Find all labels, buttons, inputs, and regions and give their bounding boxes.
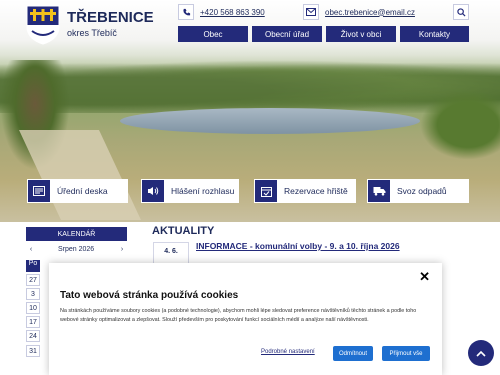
site-subtitle: okres Třebíč [67,28,117,38]
quick-link-rezervace-hriste[interactable]: Rezervace hřiště [254,179,356,203]
nav-zivot-v-obci[interactable]: Život v obci [326,26,396,42]
calendar-month-bar: ‹ Srpen 2026 › [26,243,127,255]
search-icon [456,7,466,17]
calendar-day[interactable]: 31 [26,345,40,357]
search-button[interactable] [453,4,469,20]
hero-bush [420,90,500,160]
news-date-badge: 4. 6. [153,242,189,264]
phone-number[interactable]: +420 568 863 390 [200,8,265,17]
noticeboard-icon [28,180,50,202]
speaker-icon [142,180,164,202]
calendar-dow: Po [28,260,38,267]
calendar-day[interactable]: 10 [26,302,40,314]
calendar-day[interactable]: 17 [26,316,40,328]
phone-contact[interactable]: +420 568 863 390 [178,4,265,20]
hero-pond [120,108,420,134]
quick-link-label: Úřední deska [57,186,108,196]
quick-link-uredni-deska[interactable]: Úřední deska [27,179,128,203]
calendar-day[interactable]: 3 [26,288,40,300]
quick-link-label: Hlášení rozhlasu [171,186,235,196]
calendar-check-icon [255,180,277,202]
calendar-title: KALENDÁŘ [26,227,127,241]
calendar-day[interactable]: 27 [26,274,40,286]
news-section-title: AKTUALITY [152,225,215,237]
cookie-title: Tato webová stránka používá cookies [60,290,239,301]
calendar-month: Srpen 2026 [58,245,95,253]
chevron-left-icon[interactable]: ‹ [26,246,36,253]
hero-path [19,130,141,220]
email-address[interactable]: obec.trebenice@email.cz [325,8,415,17]
site-title[interactable]: TŘEBENICE [67,9,154,26]
cookie-dialog: ✕ Tato webová stránka používá cookies Na… [49,263,442,375]
cookie-reject-button[interactable]: Odmítnout [333,346,373,361]
cookie-accept-button[interactable]: Přijmout vše [382,346,430,361]
close-icon[interactable]: ✕ [419,269,430,285]
cookie-text: Na stránkách používáme soubory cookies (… [60,308,417,323]
chevron-up-icon [476,350,486,357]
calendar-day[interactable]: 24 [26,330,40,342]
chevron-right-icon[interactable]: › [117,246,127,253]
news-item-title[interactable]: INFORMACE - komunální volby - 9. a 10. ř… [196,241,400,251]
truck-icon [368,180,390,202]
phone-icon [178,4,194,20]
quick-link-label: Svoz odpadů [397,186,447,196]
quick-link-svoz-odpadu[interactable]: Svoz odpadů [367,179,469,203]
nav-obecni-urad[interactable]: Obecní úřad [252,26,322,42]
cookie-settings-link[interactable]: Podrobné nastavení [261,349,315,355]
nav-obec[interactable]: Obec [178,26,248,42]
scroll-top-button[interactable] [468,340,494,366]
calendar-dow-row: Po [26,260,40,272]
coat-of-arms-icon[interactable] [26,5,60,45]
quick-link-label: Rezervace hřiště [284,186,348,196]
email-contact[interactable]: obec.trebenice@email.cz [303,4,415,20]
mail-icon [303,4,319,20]
quick-link-hlaseni-rozhlasu[interactable]: Hlášení rozhlasu [141,179,239,203]
nav-kontakty[interactable]: Kontakty [400,26,469,42]
